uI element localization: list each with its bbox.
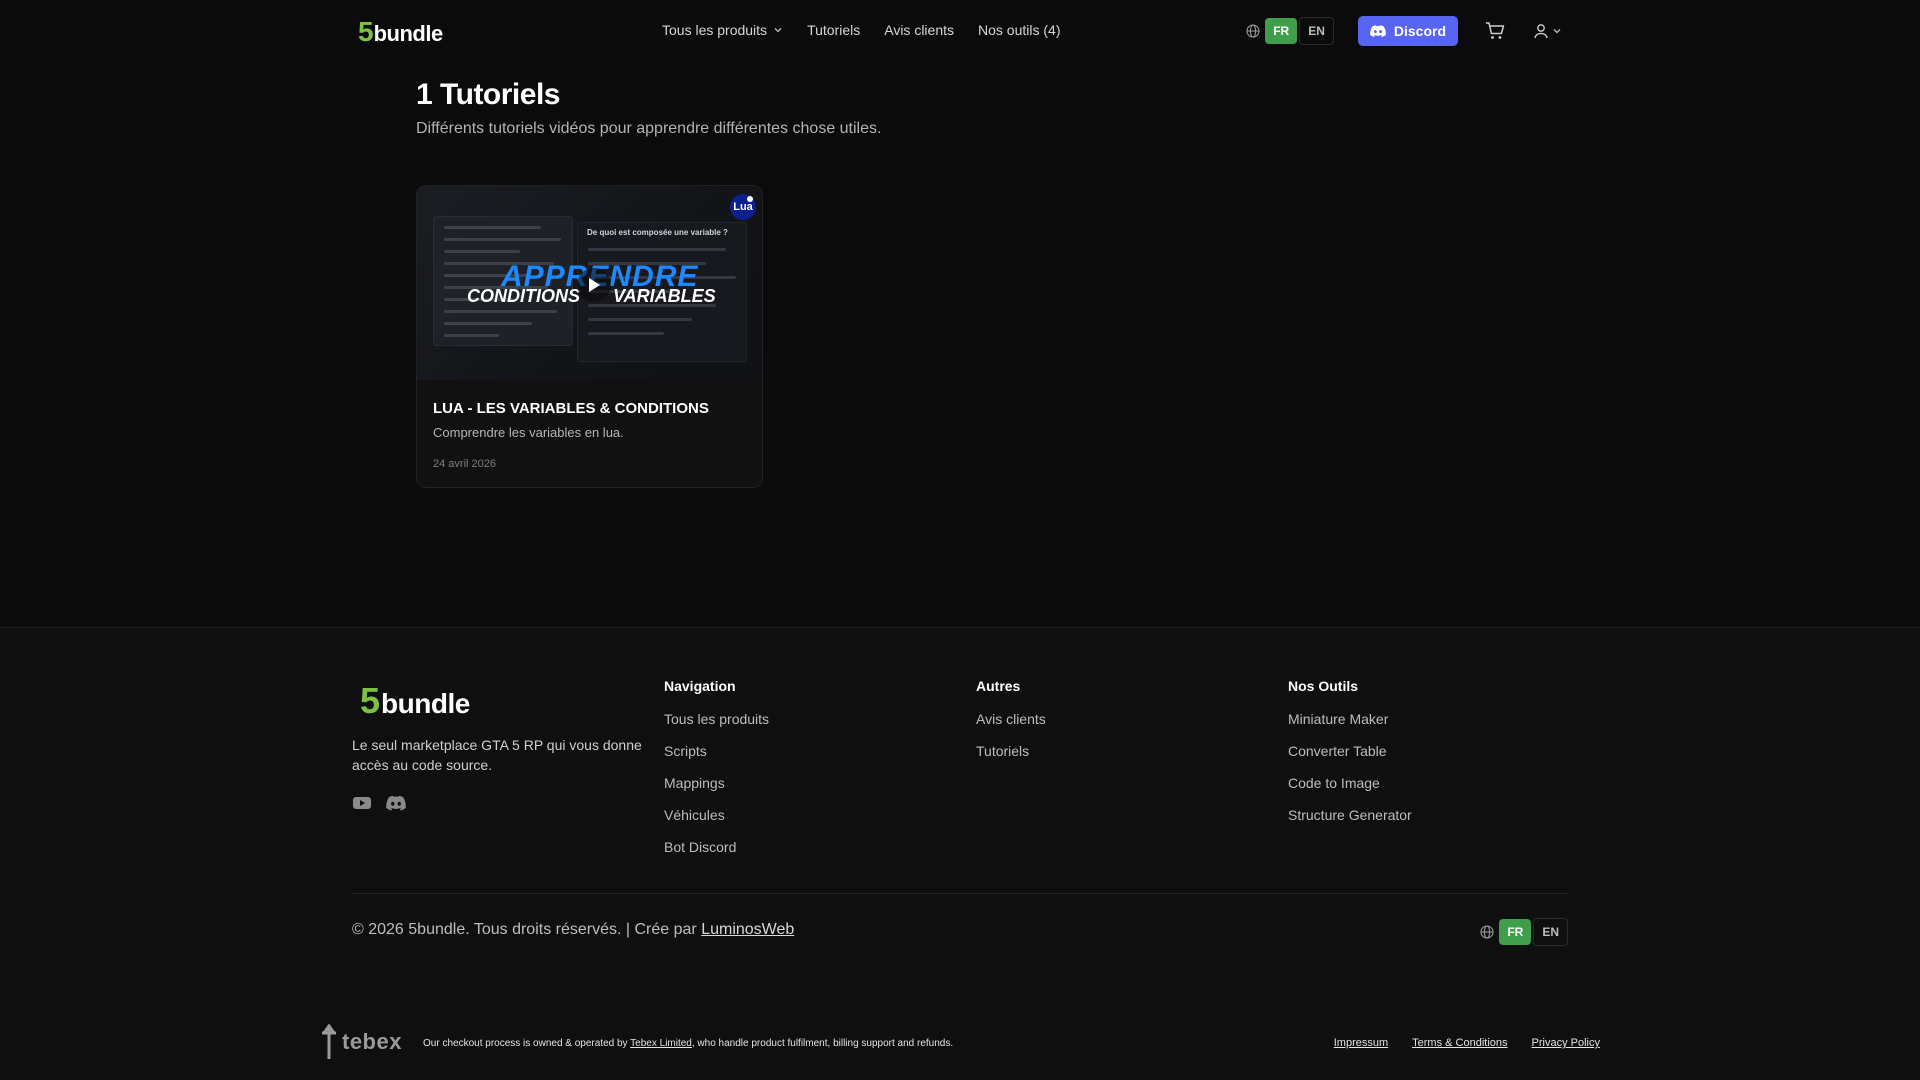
- thumbnail-word-left: CONDITIONS: [467, 286, 581, 306]
- social-links: [352, 794, 406, 812]
- footer-column-heading: Navigation: [664, 678, 736, 694]
- nav-item-label: Nos outils (4): [978, 22, 1061, 38]
- site-footer: 5 bundle Le seul marketplace GTA 5 RP qu…: [0, 627, 1920, 1080]
- tebex-logo: tebex: [320, 1024, 402, 1060]
- footer-link-vehicles[interactable]: Véhicules: [664, 806, 769, 824]
- discord-button[interactable]: Discord: [1357, 16, 1458, 46]
- legal-links: Impressum Terms & Conditions Privacy Pol…: [1334, 1037, 1600, 1049]
- play-icon: [589, 278, 600, 292]
- footer-logo-number: 5: [360, 680, 380, 721]
- header-tools: FR EN Discord: [1245, 16, 1562, 46]
- discord-icon: [1370, 25, 1386, 37]
- footer-column-tools: Nos Outils Miniature Maker Converter Tab…: [1288, 678, 1412, 838]
- footer-link-products[interactable]: Tous les produits: [664, 710, 769, 728]
- card-body: LUA - LES VARIABLES & CONDITIONS Compren…: [417, 380, 762, 470]
- nav-item-products[interactable]: Tous les produits: [662, 22, 783, 38]
- page-header: 1 Tutoriels Différents tutoriels vidéos …: [416, 78, 881, 138]
- footer-link-discord-bot[interactable]: Bot Discord: [664, 838, 769, 856]
- globe-icon: [1480, 925, 1494, 939]
- video-thumbnail[interactable]: De quoi est composée une variable ? APPR…: [417, 186, 762, 380]
- footer-column-autres: Autres Avis clients Tutoriels: [976, 678, 1046, 774]
- nav-item-label: Avis clients: [884, 22, 955, 38]
- privacy-link[interactable]: Privacy Policy: [1532, 1037, 1600, 1049]
- lang-option-en[interactable]: EN: [1533, 918, 1568, 946]
- page-title: 1 Tutoriels: [416, 78, 560, 111]
- footer-language-switcher: FR EN: [1479, 918, 1568, 946]
- footer-link-reviews[interactable]: Avis clients: [976, 710, 1046, 728]
- tutorial-card[interactable]: De quoi est composée une variable ? APPR…: [416, 185, 763, 488]
- tebex-logo-text: tebex: [342, 1029, 402, 1054]
- tebex-note-text-end: , who handle product fulfilment, billing…: [691, 1038, 954, 1049]
- tutorial-description: Comprendre les variables en lua.: [433, 425, 624, 440]
- tebex-bar: tebex Our checkout process is owned & op…: [0, 1016, 1920, 1066]
- nav-item-label: Tous les produits: [662, 22, 768, 38]
- lang-option-fr[interactable]: FR: [1265, 18, 1298, 44]
- nav-item-label: Tutoriels: [807, 22, 861, 38]
- cart-icon[interactable]: [1484, 20, 1506, 42]
- footer-column-navigation: Navigation Tous les produits Scripts Map…: [664, 678, 769, 870]
- tebex-logo-icon: [322, 1024, 336, 1059]
- footer-link-code-to-image[interactable]: Code to Image: [1288, 774, 1412, 792]
- user-menu[interactable]: [1532, 22, 1562, 40]
- top-navbar: 5 bundle Tous les produits Tutoriels Avi…: [0, 0, 1920, 64]
- thumbnail-question: De quoi est composée une variable ?: [587, 228, 728, 237]
- footer-logo-text: bundle: [381, 688, 470, 719]
- footer-link-scripts[interactable]: Scripts: [664, 742, 769, 760]
- footer-divider: [352, 893, 1568, 894]
- nav-item-tools[interactable]: Nos outils (4): [978, 22, 1060, 38]
- user-icon: [1534, 24, 1548, 39]
- discord-icon[interactable]: [386, 794, 406, 812]
- terms-link[interactable]: Terms & Conditions: [1412, 1037, 1507, 1049]
- tutorial-title: LUA - LES VARIABLES & CONDITIONS: [433, 400, 709, 417]
- tebex-note-text: Our checkout process is owned & operated…: [423, 1038, 628, 1049]
- footer-link-structure-generator[interactable]: Structure Generator: [1288, 806, 1412, 824]
- nav-item-reviews[interactable]: Avis clients: [884, 22, 954, 38]
- chevron-down-icon: [1553, 29, 1561, 34]
- main-nav: Tous les produits Tutoriels Avis clients…: [662, 22, 1060, 38]
- footer-column-heading: Nos Outils: [1288, 678, 1359, 694]
- lua-badge-label: Lua: [733, 201, 753, 213]
- tutorial-date: 24 avril 2026: [433, 458, 496, 470]
- page-subtitle: Différents tutoriels vidéos pour apprend…: [416, 120, 882, 137]
- chevron-down-icon: [774, 28, 782, 33]
- lang-option-fr[interactable]: FR: [1499, 919, 1532, 945]
- thumbnail-word-right: VARIABLES: [613, 286, 716, 306]
- copyright-text: © 2026 5bundle. Tous droits réservés. | …: [352, 921, 697, 938]
- play-button[interactable]: [577, 268, 611, 302]
- tebex-limited-link[interactable]: Tebex Limited: [630, 1038, 692, 1049]
- lua-badge: Lua: [730, 194, 756, 220]
- youtube-icon[interactable]: [352, 794, 372, 812]
- copyright: © 2026 5bundle. Tous droits réservés. | …: [352, 921, 794, 939]
- footer-link-mappings[interactable]: Mappings: [664, 774, 769, 792]
- nav-item-tutorials[interactable]: Tutoriels: [807, 22, 860, 38]
- globe-icon: [1246, 24, 1260, 38]
- language-switcher: FR EN: [1245, 17, 1334, 45]
- footer-logo[interactable]: 5 bundle: [360, 680, 470, 722]
- lang-option-en[interactable]: EN: [1299, 17, 1334, 45]
- discord-button-label: Discord: [1393, 23, 1446, 39]
- brand-logo[interactable]: 5 bundle: [358, 16, 443, 48]
- footer-link-converter-table[interactable]: Converter Table: [1288, 742, 1412, 760]
- brand-logo-number: 5: [358, 16, 374, 47]
- tebex-note: Our checkout process is owned & operated…: [423, 1038, 953, 1049]
- footer-link-miniature-maker[interactable]: Miniature Maker: [1288, 710, 1412, 728]
- footer-column-heading: Autres: [976, 678, 1021, 694]
- credit-link[interactable]: LuminosWeb: [701, 921, 794, 938]
- footer-link-tutorials[interactable]: Tutoriels: [976, 742, 1046, 760]
- impressum-link[interactable]: Impressum: [1334, 1037, 1388, 1049]
- brand-logo-text: bundle: [373, 21, 444, 46]
- footer-tagline: Le seul marketplace GTA 5 RP qui vous do…: [352, 737, 642, 773]
